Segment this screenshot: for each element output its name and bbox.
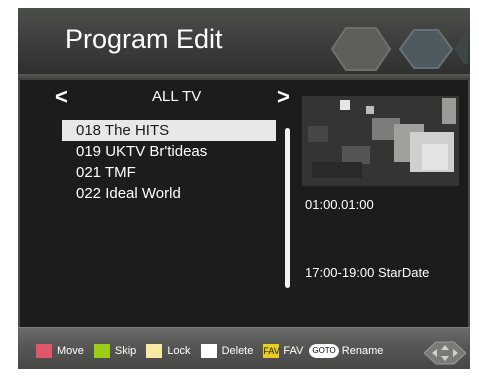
green-key-swatch (93, 344, 110, 358)
goto-key-icon: GOTO (309, 344, 339, 358)
navigation-pad-icon (424, 341, 466, 365)
page-title: Program Edit (65, 24, 223, 54)
prev-group-arrow[interactable]: < (55, 84, 68, 110)
channel-list: 018 The HITS 019 UKTV Br'tideas 021 TMF … (62, 120, 276, 204)
key-legend: Move Skip Lock Delete FAV FAV GOTO Renam… (36, 343, 393, 359)
program-schedule: 17:00-19:00 StarDate (305, 265, 430, 280)
group-label: ALL TV (152, 88, 202, 105)
skip-label: Skip (114, 345, 137, 357)
red-key-swatch (36, 344, 52, 358)
time-code: 01:00.01:00 (305, 197, 374, 212)
next-group-arrow[interactable]: > (277, 84, 290, 110)
rename-label: Rename (341, 345, 384, 357)
channel-row[interactable]: 022 Ideal World (62, 183, 276, 204)
fav-key-icon: FAV (263, 344, 280, 358)
yellow-key-swatch (146, 344, 163, 358)
preview-image (302, 96, 459, 186)
move-label: Move (57, 345, 84, 357)
video-preview (302, 96, 459, 186)
lock-label: Lock (167, 345, 191, 357)
channel-row[interactable]: 021 TMF (62, 162, 276, 183)
fav-label: FAV (283, 345, 304, 357)
channel-row[interactable]: 018 The HITS (62, 120, 276, 141)
white-key-swatch (200, 344, 217, 358)
channel-row[interactable]: 019 UKTV Br'tideas (62, 141, 276, 162)
delete-label: Delete (221, 345, 254, 357)
list-scrollbar[interactable] (285, 128, 290, 288)
hexagon-decoration (330, 27, 468, 71)
